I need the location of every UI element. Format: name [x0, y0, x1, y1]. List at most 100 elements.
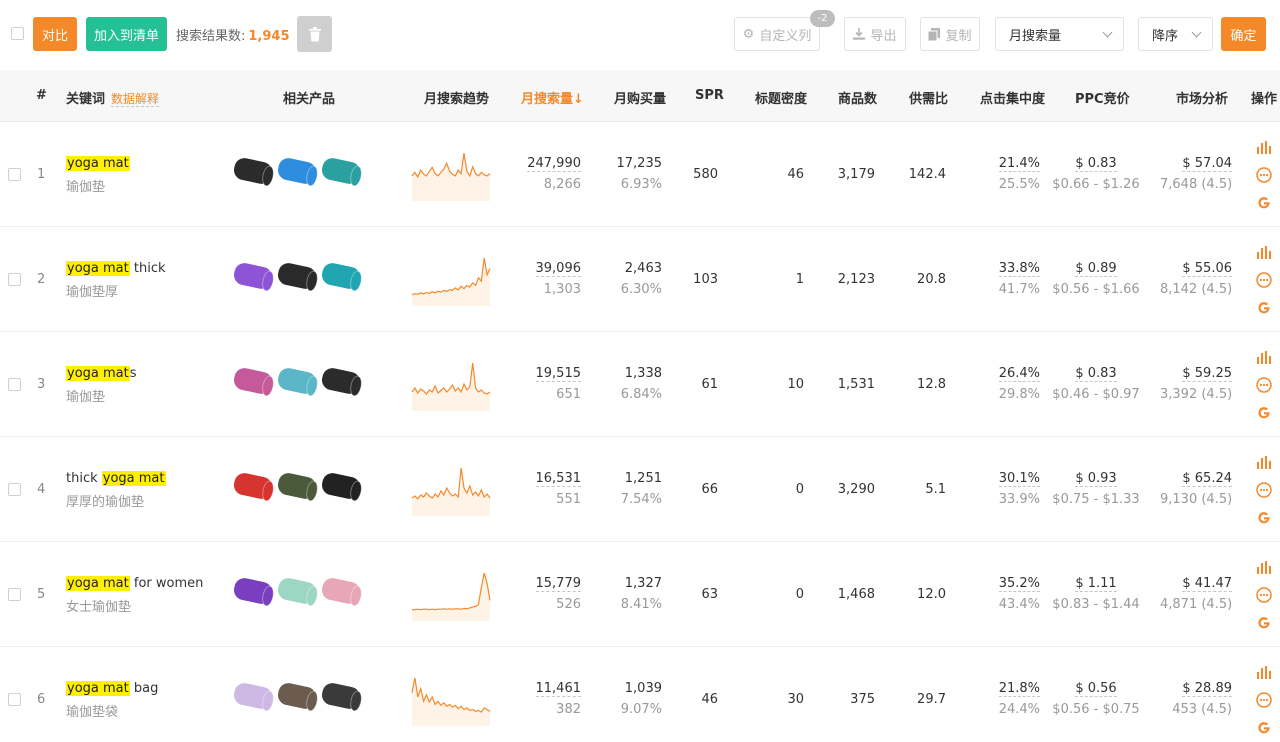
- product-image[interactable]: [232, 576, 275, 607]
- col-click-concentration[interactable]: 点击集中度: [980, 88, 1045, 107]
- keyword[interactable]: yoga mat bag: [66, 681, 158, 696]
- more-options-icon[interactable]: [1256, 272, 1272, 288]
- table-row[interactable]: 2 yoga mat thick 瑜伽垫厚 39,096 1,303 2,463…: [0, 227, 1280, 332]
- market-price[interactable]: $ 59.25: [1182, 366, 1232, 382]
- trend-sparkline[interactable]: [410, 567, 492, 627]
- product-thumbnails[interactable]: [232, 152, 364, 192]
- product-image[interactable]: [320, 681, 363, 712]
- more-options-icon[interactable]: [1256, 377, 1272, 393]
- bar-chart-icon[interactable]: [1256, 349, 1272, 365]
- confirm-button[interactable]: 确定: [1221, 17, 1266, 51]
- keyword[interactable]: yoga mat for women: [66, 576, 203, 591]
- ppc-bid[interactable]: $ 0.83: [1075, 156, 1117, 172]
- more-options-icon[interactable]: [1256, 587, 1272, 603]
- bar-chart-icon[interactable]: [1256, 664, 1272, 680]
- ppc-bid[interactable]: $ 0.89: [1075, 261, 1117, 277]
- export-button[interactable]: 导出: [844, 17, 906, 51]
- ppc-bid[interactable]: $ 0.56: [1075, 681, 1117, 697]
- click-concentration[interactable]: 33.8%: [998, 261, 1040, 277]
- more-options-icon[interactable]: [1256, 167, 1272, 183]
- product-image[interactable]: [320, 261, 363, 292]
- product-image[interactable]: [276, 366, 319, 397]
- market-price[interactable]: $ 55.06: [1182, 261, 1232, 277]
- google-search-icon[interactable]: [1256, 195, 1272, 211]
- sort-field-select[interactable]: 月搜索量: [995, 17, 1124, 51]
- product-image[interactable]: [232, 261, 275, 292]
- product-image[interactable]: [232, 471, 275, 502]
- monthly-searches[interactable]: 16,531: [535, 471, 581, 487]
- monthly-searches[interactable]: 39,096: [535, 261, 581, 277]
- col-supply-demand[interactable]: 供需比: [909, 88, 948, 107]
- add-to-list-button[interactable]: 加入到清单: [86, 17, 167, 51]
- keyword[interactable]: thick yoga mat: [66, 471, 166, 486]
- market-price[interactable]: $ 65.24: [1182, 471, 1232, 487]
- ppc-bid[interactable]: $ 0.93: [1075, 471, 1117, 487]
- google-search-icon[interactable]: [1256, 300, 1272, 316]
- compare-button[interactable]: 对比: [33, 17, 77, 51]
- product-thumbnails[interactable]: [232, 362, 364, 402]
- google-search-icon[interactable]: [1256, 510, 1272, 526]
- row-checkbox[interactable]: [8, 588, 21, 601]
- row-checkbox[interactable]: [8, 483, 21, 496]
- product-image[interactable]: [232, 681, 275, 712]
- monthly-searches[interactable]: 15,779: [535, 576, 581, 592]
- product-image[interactable]: [232, 156, 275, 187]
- keyword[interactable]: yoga mat: [66, 156, 130, 171]
- row-checkbox[interactable]: [8, 168, 21, 181]
- product-image[interactable]: [320, 366, 363, 397]
- product-image[interactable]: [320, 576, 363, 607]
- trend-sparkline[interactable]: [410, 252, 492, 312]
- bar-chart-icon[interactable]: [1256, 454, 1272, 470]
- product-image[interactable]: [276, 261, 319, 292]
- table-row[interactable]: 4 thick yoga mat 厚厚的瑜伽垫 16,531 551 1,251…: [0, 437, 1280, 542]
- row-checkbox[interactable]: [8, 693, 21, 706]
- google-search-icon[interactable]: [1256, 615, 1272, 631]
- col-product-count[interactable]: 商品数: [838, 88, 877, 107]
- product-thumbnails[interactable]: [232, 467, 364, 507]
- product-image[interactable]: [276, 156, 319, 187]
- google-search-icon[interactable]: [1256, 720, 1272, 736]
- trend-sparkline[interactable]: [410, 462, 492, 522]
- col-spr[interactable]: SPR: [695, 88, 724, 103]
- product-image[interactable]: [276, 681, 319, 712]
- trend-sparkline[interactable]: [410, 147, 492, 207]
- monthly-searches[interactable]: 247,990: [527, 156, 581, 172]
- market-price[interactable]: $ 28.89: [1182, 681, 1232, 697]
- ppc-bid[interactable]: $ 1.11: [1075, 576, 1117, 592]
- more-options-icon[interactable]: [1256, 692, 1272, 708]
- col-purchases[interactable]: 月购买量: [614, 88, 666, 107]
- click-concentration[interactable]: 21.8%: [998, 681, 1040, 697]
- trend-sparkline[interactable]: [410, 672, 492, 732]
- row-checkbox[interactable]: [8, 378, 21, 391]
- sort-order-select[interactable]: 降序: [1138, 17, 1213, 51]
- google-search-icon[interactable]: [1256, 405, 1272, 421]
- table-row[interactable]: 6 yoga mat bag 瑜伽垫袋 11,461 382 1,039 9.0…: [0, 647, 1280, 742]
- monthly-searches[interactable]: 19,515: [535, 366, 581, 382]
- table-row[interactable]: 3 yoga mats 瑜伽垫 19,515 651 1,338 6.84% 6…: [0, 332, 1280, 437]
- bar-chart-icon[interactable]: [1256, 559, 1272, 575]
- select-all-checkbox[interactable]: [11, 27, 24, 40]
- click-concentration[interactable]: 26.4%: [998, 366, 1040, 382]
- product-image[interactable]: [276, 471, 319, 502]
- col-title-density[interactable]: 标题密度: [755, 88, 807, 107]
- bar-chart-icon[interactable]: [1256, 139, 1272, 155]
- click-concentration[interactable]: 35.2%: [998, 576, 1040, 592]
- click-concentration[interactable]: 30.1%: [998, 471, 1040, 487]
- more-options-icon[interactable]: [1256, 482, 1272, 498]
- keyword[interactable]: yoga mats: [66, 366, 137, 381]
- bar-chart-icon[interactable]: [1256, 244, 1272, 260]
- table-row[interactable]: 1 yoga mat 瑜伽垫 247,990 8,266 17,235 6.93…: [0, 122, 1280, 227]
- market-price[interactable]: $ 41.47: [1182, 576, 1232, 592]
- product-thumbnails[interactable]: [232, 677, 364, 717]
- product-image[interactable]: [320, 471, 363, 502]
- product-image[interactable]: [232, 366, 275, 397]
- row-checkbox[interactable]: [8, 273, 21, 286]
- ppc-bid[interactable]: $ 0.83: [1075, 366, 1117, 382]
- trend-sparkline[interactable]: [410, 357, 492, 417]
- click-concentration[interactable]: 21.4%: [998, 156, 1040, 172]
- product-thumbnails[interactable]: [232, 572, 364, 612]
- col-ppc[interactable]: PPC竞价: [1075, 88, 1130, 107]
- delete-button[interactable]: [297, 16, 332, 52]
- market-price[interactable]: $ 57.04: [1182, 156, 1232, 172]
- table-row[interactable]: 5 yoga mat for women 女士瑜伽垫 15,779 526 1,…: [0, 542, 1280, 647]
